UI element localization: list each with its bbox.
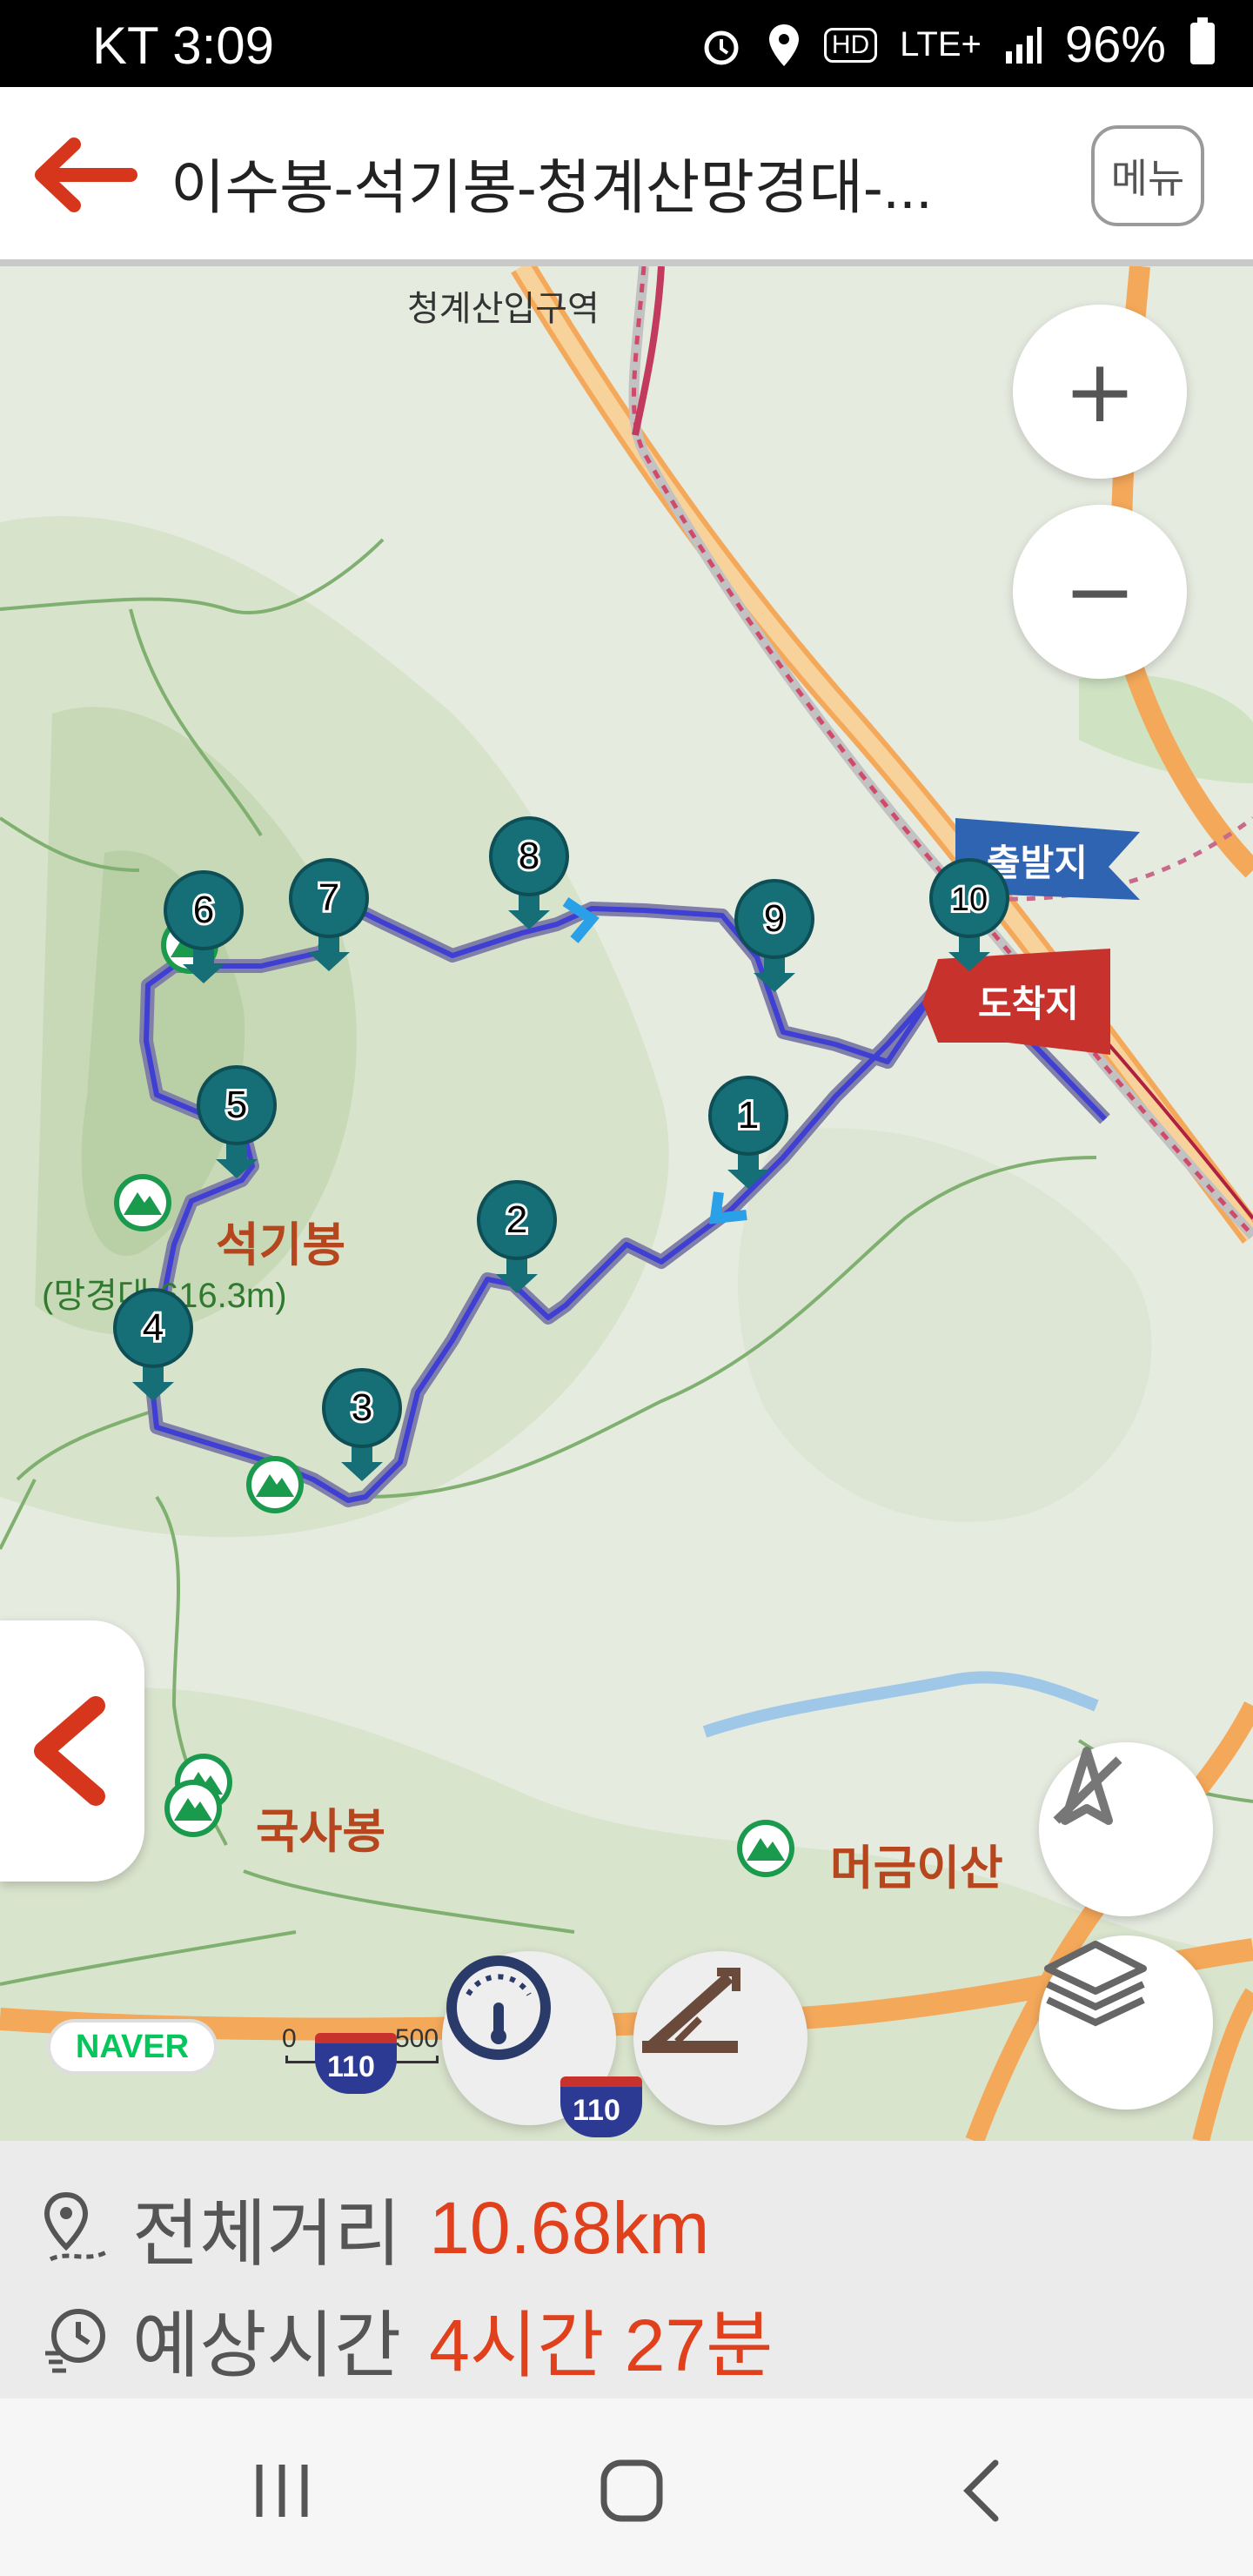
time-row: 예상시간 4시간 27분: [42, 2287, 773, 2392]
back-icon[interactable]: [948, 2456, 1018, 2526]
status-bar: KT 3:09 HD LTE+ 96%: [0, 0, 1253, 87]
svg-text:4: 4: [143, 1306, 164, 1349]
waypoint-marker-4[interactable]: 4: [111, 1286, 195, 1417]
waypoint-marker-5[interactable]: 5: [195, 1063, 278, 1194]
route-summary: 전체거리 10.68km 예상시간 4시간 27분: [0, 2141, 1253, 2398]
waypoint-marker-3[interactable]: 3: [320, 1366, 404, 1497]
status-time: KT 3:09: [92, 17, 275, 75]
layers-button[interactable]: [1039, 1935, 1213, 2110]
status-icons: HD LTE+ 96%: [699, 16, 1166, 74]
alarm-icon: [704, 30, 739, 64]
distance-row: 전체거리 10.68km: [42, 2176, 709, 2281]
scale-max: 500: [395, 2024, 439, 2053]
svg-text:3: 3: [352, 1386, 372, 1429]
waypoint-marker-7[interactable]: 7: [287, 856, 371, 987]
svg-text:8: 8: [519, 835, 539, 877]
distance-pin-icon: [44, 2191, 108, 2261]
peak-icon: [164, 1780, 222, 1837]
home-icon[interactable]: [597, 2456, 667, 2526]
route-title: 이수봉-석기봉-청계산망경대-...: [171, 155, 933, 221]
naver-logo: NAVER: [47, 2019, 218, 2075]
distance-value: 10.68km: [429, 2187, 710, 2269]
time-label: 예상시간: [132, 2304, 402, 2386]
highway-sign: 110: [315, 2033, 397, 2094]
elevation-profile-button[interactable]: [633, 1951, 807, 2125]
zoom-in-button[interactable]: +: [1013, 305, 1187, 479]
svg-text:10: 10: [951, 882, 988, 918]
svg-text:5: 5: [226, 1083, 247, 1126]
svg-text:6: 6: [193, 889, 214, 931]
waypoint-marker-2[interactable]: 2: [475, 1178, 559, 1309]
scale-zero: 0: [282, 2024, 297, 2053]
signal-icon: [1005, 26, 1042, 64]
waypoint-marker-8[interactable]: 8: [487, 815, 571, 945]
time-value: 4시간 27분: [429, 2304, 774, 2386]
hd-indicator: HD: [823, 27, 878, 63]
label-station: 청계산입구역: [407, 290, 600, 328]
menu-button[interactable]: 메뉴: [1091, 125, 1204, 226]
clock-icon: [45, 2308, 105, 2372]
app-header: 이수봉-석기봉-청계산망경대-... 메뉴: [0, 87, 1253, 266]
compass-button[interactable]: [1039, 1742, 1213, 1916]
system-nav-bar: [0, 2398, 1253, 2576]
zoom-out-button[interactable]: −: [1013, 505, 1187, 679]
battery-icon: [1190, 17, 1215, 64]
speedometer-icon: [446, 1955, 551, 2060]
label-guksabong: 국사봉: [256, 1806, 386, 1858]
plus-icon: +: [1063, 340, 1136, 442]
waypoint-marker-10[interactable]: 10: [928, 856, 1011, 987]
layers-icon: [1044, 1941, 1147, 2027]
location-icon: [768, 23, 799, 66]
svg-text:9: 9: [764, 897, 785, 940]
peak-icon: [246, 1456, 304, 1513]
chevron-left-icon: [34, 1696, 105, 1806]
svg-text:1: 1: [738, 1094, 759, 1137]
highway-sign: 110: [560, 2076, 642, 2137]
compass-off-icon: [1053, 1747, 1122, 1825]
svg-text:2: 2: [506, 1198, 527, 1241]
waypoint-marker-9[interactable]: 9: [733, 877, 816, 1008]
map-view[interactable]: 청계산입구역 석기봉 (망경대 616.3m) 국사봉 머금이산 출발지 도착지…: [0, 266, 1253, 2141]
back-arrow-icon[interactable]: [26, 136, 139, 214]
distance-label: 전체거리: [132, 2193, 402, 2275]
peak-icon: [737, 1820, 794, 1877]
recent-apps-icon[interactable]: [247, 2456, 317, 2526]
collapse-panel-button[interactable]: [0, 1620, 144, 1882]
svg-text:7: 7: [318, 876, 339, 919]
minus-icon: −: [1063, 540, 1136, 642]
waypoint-marker-6[interactable]: 6: [162, 869, 245, 999]
label-seokgibong: 석기봉: [216, 1219, 346, 1271]
battery-percent: 96%: [1064, 17, 1166, 73]
waypoint-marker-1[interactable]: 1: [707, 1074, 790, 1204]
peak-icon: [114, 1174, 171, 1231]
network-type: LTE+: [900, 25, 982, 64]
label-meogeumisan: 머금이산: [830, 1842, 1003, 1895]
elevation-icon: [642, 1968, 740, 2053]
